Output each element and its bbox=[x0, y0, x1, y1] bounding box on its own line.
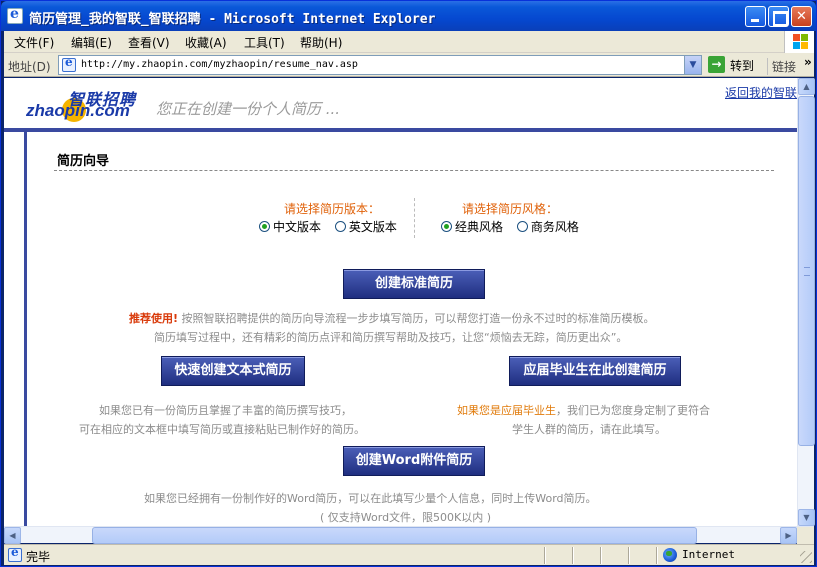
status-separator bbox=[656, 547, 658, 564]
recommend-label: 推荐使用! bbox=[129, 312, 179, 325]
scroll-corner bbox=[797, 527, 814, 544]
options-separator bbox=[414, 198, 415, 238]
style-heading: 请选择简历风格： bbox=[462, 202, 559, 216]
word-desc-line2: ( 仅支持Word文件，限500K以内 ) bbox=[320, 511, 492, 524]
graduate-highlight: 如果您是应届毕业生 bbox=[457, 404, 556, 417]
window-title: 简历管理_我的智联_智联招聘 - Microsoft Internet Expl… bbox=[29, 12, 436, 27]
title-divider bbox=[54, 170, 774, 171]
status-separator bbox=[600, 547, 602, 564]
return-my-zhaopin-link[interactable]: 返回我的智联 bbox=[725, 84, 797, 101]
go-label: 转到 bbox=[730, 59, 755, 73]
menu-help[interactable]: 帮助(H) bbox=[300, 34, 342, 51]
version-options: 中文版本 英文版本 bbox=[259, 218, 407, 235]
standard-desc-line2: 简历填写过程中，还有精彩的简历点评和简历撰写帮助及技巧，让您“烦恼去无踪，简历更… bbox=[154, 331, 628, 344]
close-button[interactable] bbox=[791, 6, 812, 27]
go-arrow-icon: → bbox=[708, 56, 725, 73]
address-input[interactable]: http://my.zhaopin.com/myzhaopin/resume_n… bbox=[58, 55, 702, 75]
logo-english: zhaopin.com bbox=[26, 101, 130, 120]
vertical-scrollbar[interactable]: ▲ ▼ bbox=[797, 78, 815, 526]
create-standard-resume-button[interactable]: 创建标准简历 bbox=[343, 269, 485, 299]
address-bar: 地址(D) http://my.zhaopin.com/myzhaopin/re… bbox=[4, 53, 814, 77]
radio-classic[interactable] bbox=[441, 221, 452, 232]
security-zone-text: Internet bbox=[682, 548, 735, 561]
scroll-up-icon[interactable]: ▲ bbox=[798, 78, 815, 95]
text-resume-desc-line2: 可在相应的文本框中填写简历或直接粘贴已制作好的简历。 bbox=[79, 423, 365, 436]
create-word-resume-button[interactable]: 创建Word附件简历 bbox=[343, 446, 485, 476]
graduate-desc-line1: 如果您是应届毕业生，我们已为您度身定制了更符合 bbox=[457, 404, 710, 417]
links-label[interactable]: 链接 bbox=[767, 58, 796, 75]
radio-chinese-label[interactable]: 中文版本 bbox=[273, 220, 321, 234]
address-url[interactable]: http://my.zhaopin.com/myzhaopin/resume_n… bbox=[81, 59, 358, 70]
radio-english[interactable] bbox=[334, 221, 346, 232]
go-button[interactable]: → 转到 bbox=[708, 56, 764, 74]
radio-business[interactable] bbox=[516, 221, 528, 232]
menu-file[interactable]: 文件(F) bbox=[14, 34, 54, 51]
version-heading: 请选择简历版本： bbox=[284, 202, 381, 216]
menu-view[interactable]: 查看(V) bbox=[128, 34, 170, 51]
menu-tools[interactable]: 工具(T) bbox=[244, 34, 285, 51]
status-separator bbox=[544, 547, 546, 564]
title-bar[interactable]: 简历管理_我的智联_智联招聘 - Microsoft Internet Expl… bbox=[1, 1, 816, 31]
zhaopin-logo[interactable]: 智联招聘 zhaopin.com bbox=[26, 86, 136, 126]
scroll-down-icon[interactable]: ▼ bbox=[798, 509, 815, 526]
status-text: 完毕 bbox=[26, 550, 51, 564]
scroll-left-icon[interactable]: ◀ bbox=[4, 527, 21, 544]
scroll-right-icon[interactable]: ▶ bbox=[780, 527, 797, 544]
status-separator bbox=[572, 547, 574, 564]
page-icon bbox=[62, 55, 76, 72]
browser-window: 简历管理_我的智联_智联招聘 - Microsoft Internet Expl… bbox=[0, 0, 817, 567]
address-dropdown-icon[interactable]: ▼ bbox=[684, 56, 701, 74]
page-viewport: 智联招聘 zhaopin.com 您正在创建一份个人简历 ... 返回我的智联 … bbox=[4, 78, 797, 526]
header-slogan: 您正在创建一份个人简历 ... bbox=[156, 100, 341, 118]
links-chevron-icon[interactable]: » bbox=[804, 55, 812, 69]
resize-grip-icon[interactable] bbox=[800, 551, 812, 563]
wizard-panel: 简历向导 请选择简历版本： 中文版本 英文版本 请选择简历风格： 经典风格 商务… bbox=[24, 132, 797, 526]
vertical-scroll-thumb[interactable] bbox=[798, 96, 815, 446]
graduate-desc-line2: 学生人群的简历，请在此填写。 bbox=[512, 423, 666, 436]
create-text-resume-button[interactable]: 快速创建文本式简历 bbox=[161, 356, 305, 386]
ie-app-icon bbox=[7, 6, 23, 24]
horizontal-scroll-thumb[interactable] bbox=[92, 527, 697, 544]
horizontal-scrollbar[interactable]: ◀ ▶ bbox=[4, 526, 814, 544]
windows-logo-icon bbox=[784, 31, 814, 53]
maximize-button[interactable] bbox=[768, 6, 789, 27]
word-desc-line1: 如果您已经拥有一份制作好的Word简历，可以在此填写少量个人信息，同时上传Wor… bbox=[144, 492, 597, 505]
page-status-icon bbox=[8, 545, 22, 562]
radio-english-label[interactable]: 英文版本 bbox=[349, 220, 397, 234]
radio-chinese[interactable] bbox=[259, 221, 270, 232]
radio-classic-label[interactable]: 经典风格 bbox=[455, 220, 503, 234]
status-bar: 完毕 Internet bbox=[4, 544, 814, 565]
status-separator bbox=[628, 547, 630, 564]
wizard-title: 简历向导 bbox=[57, 154, 110, 169]
style-options: 经典风格 商务风格 bbox=[441, 218, 589, 235]
menu-edit[interactable]: 编辑(E) bbox=[71, 34, 112, 51]
menu-bar: 文件(F) 编辑(E) 查看(V) 收藏(A) 工具(T) 帮助(H) bbox=[4, 31, 814, 53]
internet-zone-icon bbox=[663, 548, 677, 562]
standard-desc-line1: 推荐使用! 按照智联招聘提供的简历向导流程一步步填写简历，可以帮您打造一份永不过… bbox=[129, 312, 655, 325]
radio-business-label[interactable]: 商务风格 bbox=[531, 220, 579, 234]
create-graduate-resume-button[interactable]: 应届毕业生在此创建简历 bbox=[509, 356, 681, 386]
address-label: 地址(D) bbox=[8, 60, 51, 74]
text-resume-desc-line1: 如果您已有一份简历且掌握了丰富的简历撰写技巧， bbox=[99, 404, 352, 417]
minimize-button[interactable] bbox=[745, 6, 766, 27]
menu-favorites[interactable]: 收藏(A) bbox=[185, 34, 227, 51]
site-header: 智联招聘 zhaopin.com 您正在创建一份个人简历 ... 返回我的智联 bbox=[4, 78, 797, 132]
